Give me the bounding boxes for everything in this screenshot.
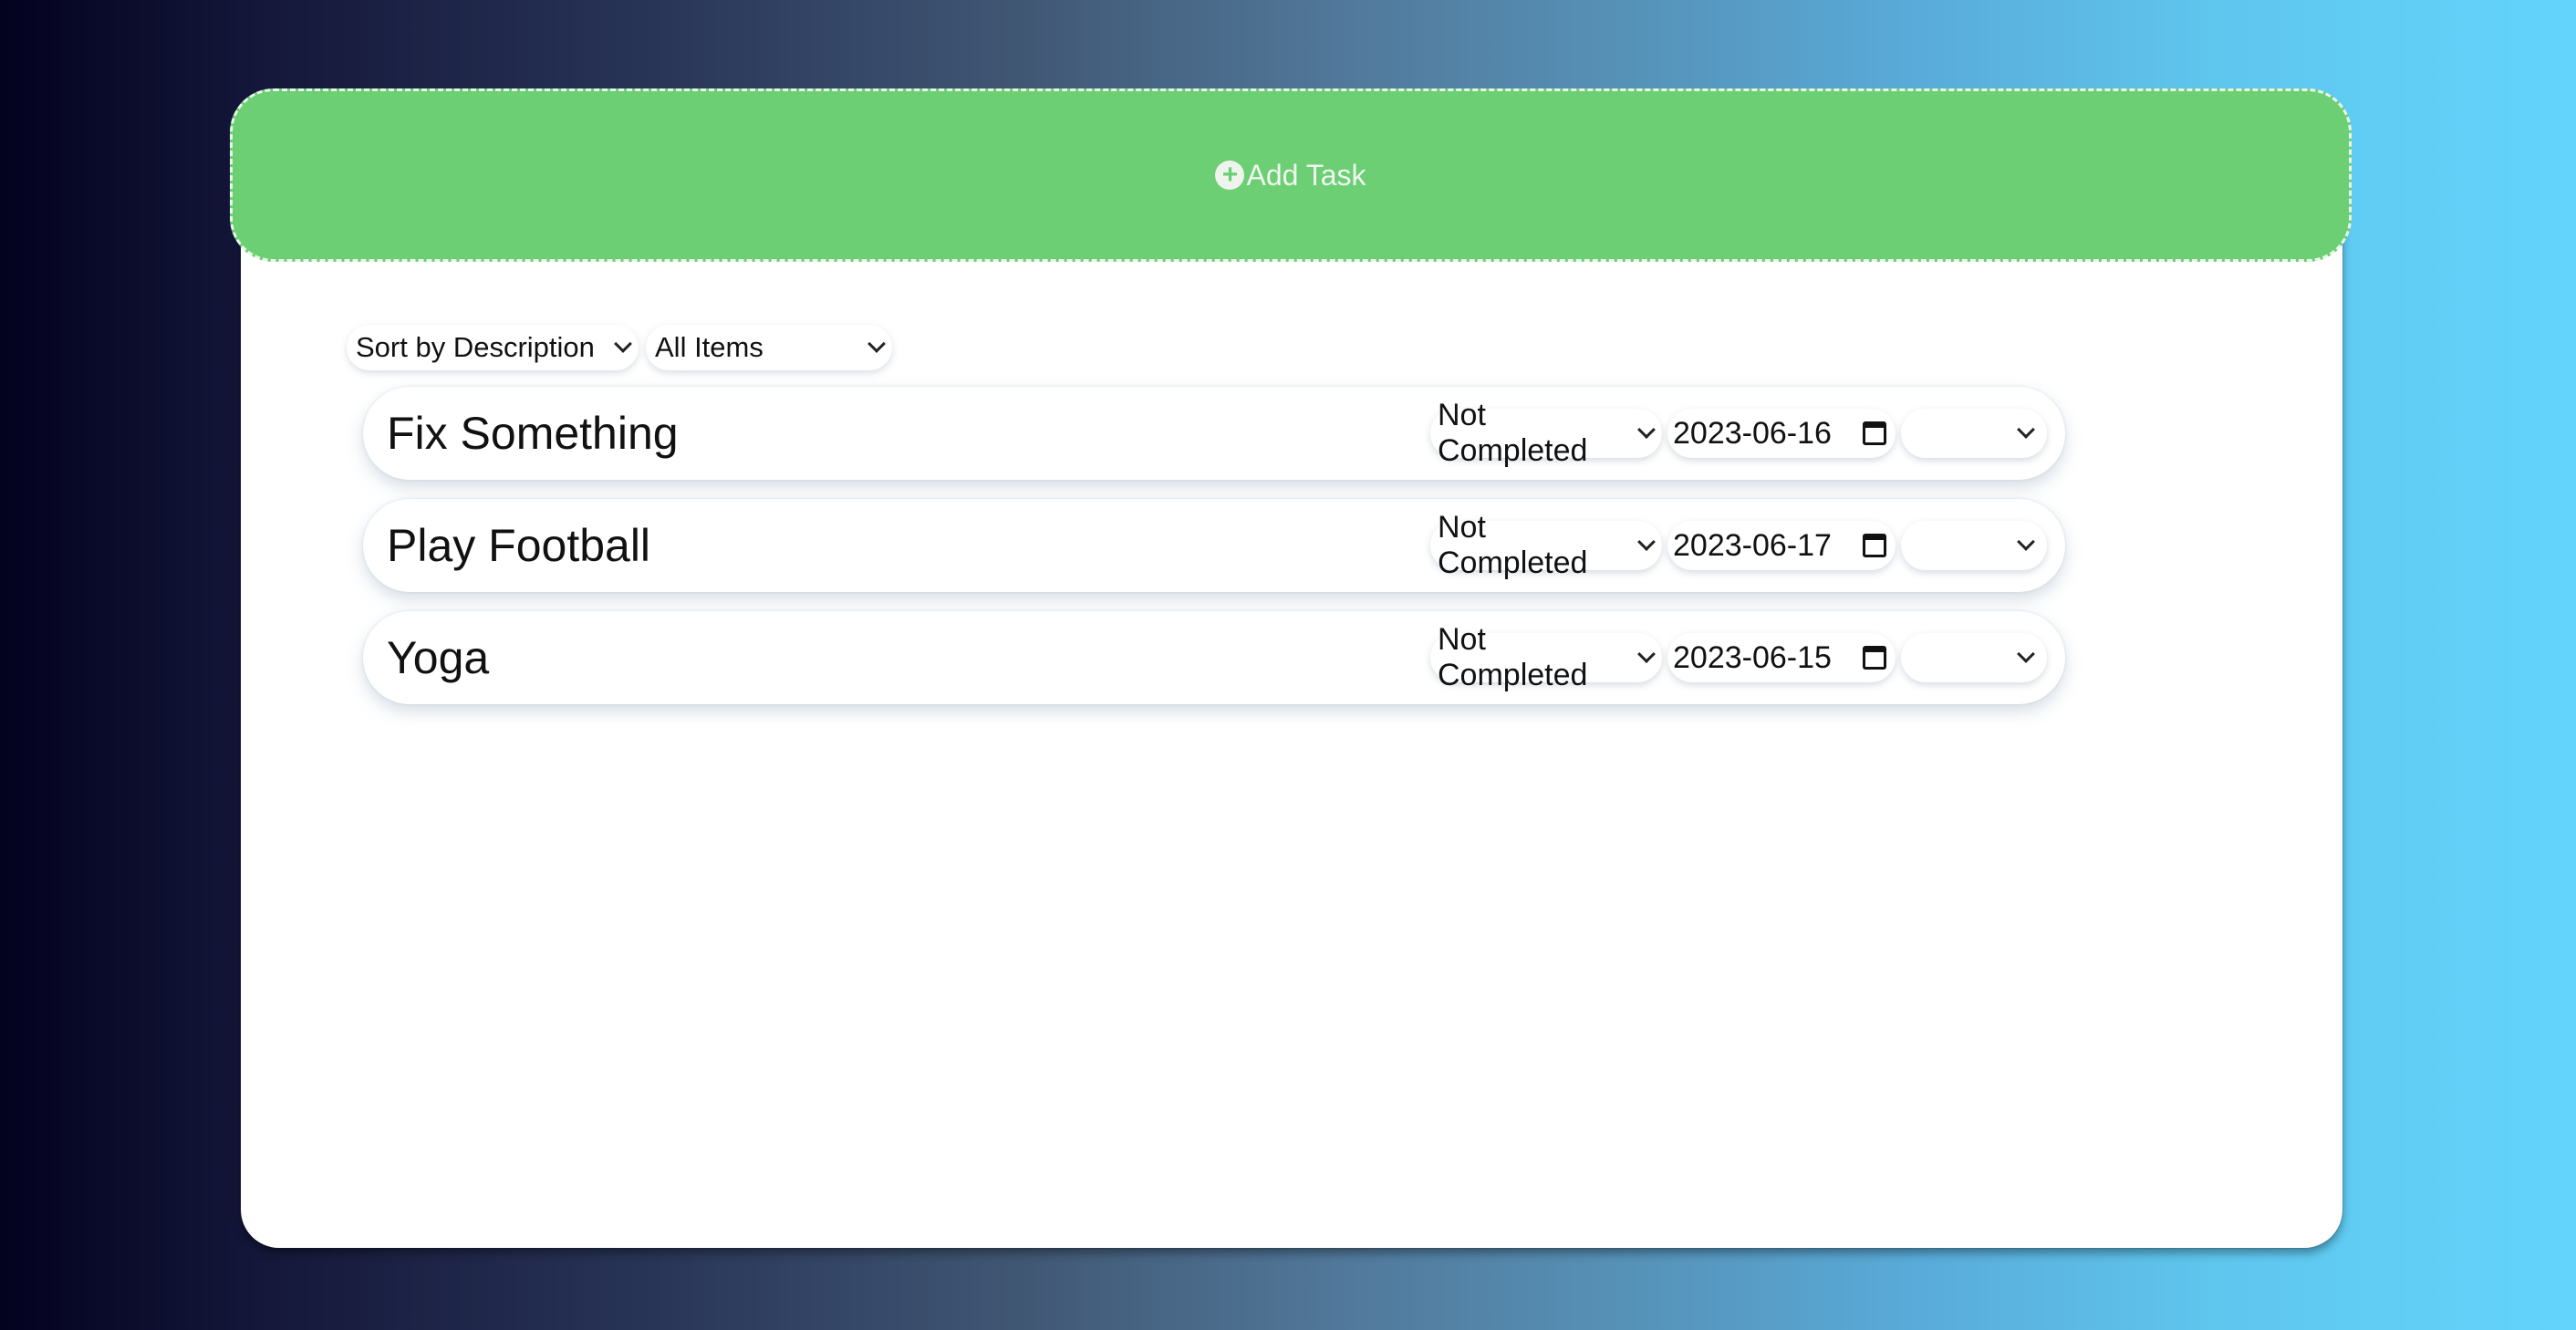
status-select-value: Not Completed bbox=[1438, 622, 1588, 692]
chevron-down-icon bbox=[614, 335, 632, 353]
status-select[interactable]: Not Completed bbox=[1430, 510, 1662, 580]
task-item: Play Football Not Completed 2023-06-17 bbox=[363, 499, 2065, 592]
due-date-input[interactable]: 2023-06-16 bbox=[1667, 409, 1896, 458]
plus-circle-icon: + bbox=[1215, 161, 1245, 190]
chevron-down-icon bbox=[2017, 533, 2035, 551]
due-date-value: 2023-06-15 bbox=[1673, 639, 1832, 675]
task-controls: Not Completed 2023-06-17 bbox=[1430, 510, 2047, 580]
chevron-down-icon bbox=[1637, 421, 1656, 439]
task-description: Yoga bbox=[387, 632, 490, 683]
due-date-input[interactable]: 2023-06-15 bbox=[1667, 633, 1896, 682]
status-select[interactable]: Not Completed bbox=[1430, 622, 1662, 692]
chevron-down-icon bbox=[867, 335, 886, 353]
calendar-icon[interactable] bbox=[1863, 646, 1886, 670]
task-description: Play Football bbox=[387, 520, 651, 571]
due-date-input[interactable]: 2023-06-17 bbox=[1667, 521, 1896, 570]
due-date-value: 2023-06-17 bbox=[1673, 527, 1832, 563]
chevron-down-icon bbox=[2017, 645, 2035, 663]
task-list: Fix Something Not Completed 2023-06-16 P… bbox=[363, 387, 2065, 723]
sort-select-value: Sort by Description bbox=[356, 331, 595, 363]
filter-select[interactable]: All Items bbox=[646, 325, 892, 370]
add-task-button[interactable]: + Add Task bbox=[230, 88, 2352, 262]
task-extra-select[interactable] bbox=[1901, 521, 2047, 570]
task-description: Fix Something bbox=[387, 408, 679, 459]
task-item: Fix Something Not Completed 2023-06-16 bbox=[363, 387, 2065, 480]
task-controls: Not Completed 2023-06-15 bbox=[1430, 622, 2047, 692]
sort-select[interactable]: Sort by Description bbox=[347, 325, 639, 370]
status-select-value: Not Completed bbox=[1438, 510, 1588, 580]
chevron-down-icon bbox=[1637, 533, 1656, 551]
add-task-label: Add Task bbox=[1246, 158, 1366, 192]
filter-bar: Sort by Description All Items bbox=[347, 325, 892, 370]
task-extra-select[interactable] bbox=[1901, 633, 2047, 682]
task-controls: Not Completed 2023-06-16 bbox=[1430, 398, 2047, 468]
calendar-icon[interactable] bbox=[1863, 421, 1886, 445]
task-item: Yoga Not Completed 2023-06-15 bbox=[363, 611, 2065, 704]
status-select-value: Not Completed bbox=[1438, 398, 1588, 468]
status-select[interactable]: Not Completed bbox=[1430, 398, 1662, 468]
calendar-icon[interactable] bbox=[1863, 534, 1886, 557]
task-extra-select[interactable] bbox=[1901, 409, 2047, 458]
filter-select-value: All Items bbox=[655, 331, 763, 363]
chevron-down-icon bbox=[2017, 421, 2035, 439]
due-date-value: 2023-06-16 bbox=[1673, 415, 1832, 451]
chevron-down-icon bbox=[1637, 645, 1656, 663]
